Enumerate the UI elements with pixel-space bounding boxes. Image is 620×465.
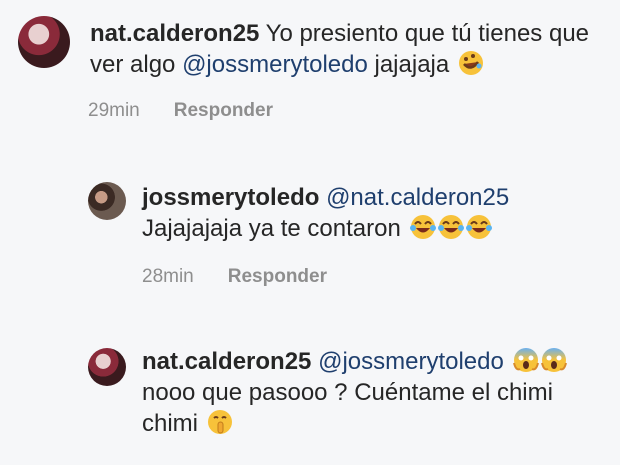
comment-meta: 29min Responder: [88, 100, 273, 122]
avatar[interactable]: [18, 16, 70, 68]
username-link[interactable]: jossmerytoledo: [142, 184, 319, 211]
rofl-emoji: [458, 51, 483, 75]
comment-text: nat.calderon25 @jossmerytoledo nooo que …: [142, 346, 612, 439]
shushing-emoji: [207, 410, 232, 434]
comment-2: jossmerytoledo @nat.calderon25 Jajajajaj…: [0, 170, 620, 310]
timestamp: 28min: [142, 266, 194, 287]
screaming-emoji: [512, 348, 539, 372]
comment-3: nat.calderon25 @jossmerytoledo nooo que …: [0, 340, 620, 465]
mention-link[interactable]: @jossmerytoledo: [318, 348, 504, 375]
comment-body-end: jajajaja: [367, 51, 450, 78]
tears-of-joy-emoji: [437, 215, 464, 239]
comment-body: nooo que pasooo ? Cuéntame el chimi chim…: [142, 379, 553, 437]
comment-text: nat.calderon25 Yo presiento que tú tiene…: [90, 18, 615, 80]
mention-link[interactable]: @jossmerytoledo: [182, 51, 368, 78]
comment-text: jossmerytoledo @nat.calderon25 Jajajajaj…: [142, 182, 612, 244]
username-link[interactable]: nat.calderon25: [142, 348, 311, 375]
reply-button[interactable]: Responder: [174, 100, 273, 122]
username-link[interactable]: nat.calderon25: [90, 20, 259, 47]
timestamp: 29min: [88, 100, 140, 121]
avatar[interactable]: [88, 348, 126, 386]
screaming-emoji: [540, 348, 567, 372]
comment-body: Jajajajaja ya te contaron: [142, 215, 401, 242]
comment-meta: 28min Responder: [142, 266, 327, 288]
mention-link[interactable]: @nat.calderon25: [326, 184, 509, 211]
reply-button[interactable]: Responder: [228, 266, 327, 288]
tears-of-joy-emoji: [409, 215, 436, 239]
comment-1: nat.calderon25 Yo presiento que tú tiene…: [0, 0, 620, 140]
tears-of-joy-emoji: [465, 215, 492, 239]
avatar[interactable]: [88, 182, 126, 220]
